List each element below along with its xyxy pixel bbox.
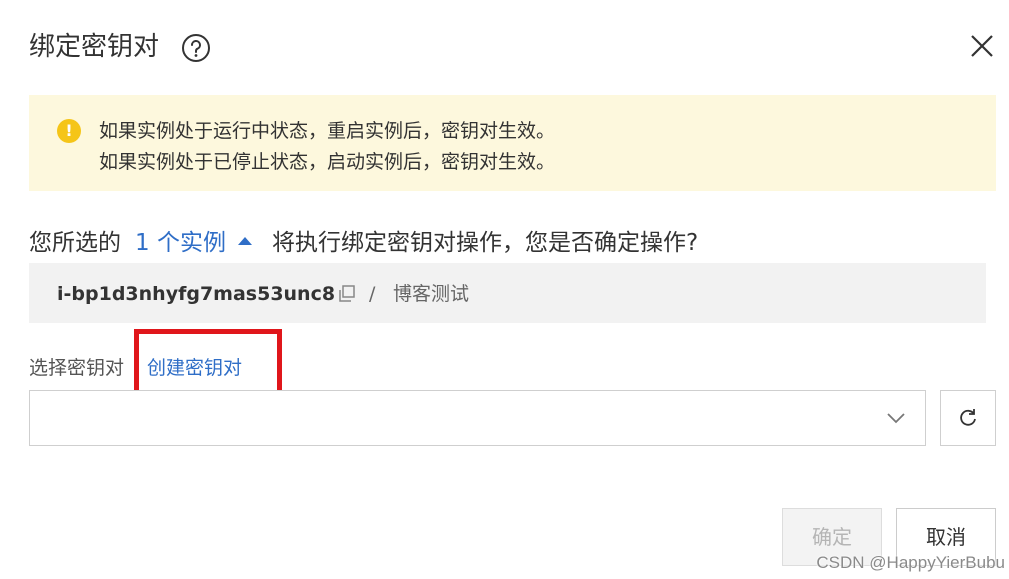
caret-up-icon[interactable] — [237, 236, 252, 245]
keypair-select-label: 选择密钥对 — [29, 357, 125, 379]
instance-id: i-bp1d3nhyfg7mas53unc8 — [57, 283, 336, 305]
confirm-prefix: 您所选的 — [29, 230, 121, 256]
selected-instances-link[interactable]: 1 个实例 — [135, 230, 226, 256]
watermark: CSDN @HappyYierBubu — [816, 553, 1005, 572]
chevron-down-icon[interactable] — [885, 408, 907, 428]
bind-keypair-dialog: 绑定密钥对 ! 如果实例处于运行中状态，重启实例后，密钥对生效。 如果实例处于已… — [0, 0, 1009, 579]
close-icon[interactable] — [967, 31, 997, 61]
dialog-title: 绑定密钥对 — [29, 32, 160, 62]
copy-icon[interactable] — [337, 284, 357, 304]
instance-separator: / — [369, 283, 376, 305]
keypair-select[interactable] — [29, 390, 926, 446]
confirm-message: 您所选的 1 个实例 将执行绑定密钥对操作，您是否确定操作? — [29, 226, 698, 260]
notice-line-running: 如果实例处于运行中状态，重启实例后，密钥对生效。 — [99, 120, 556, 142]
instance-name: 博客测试 — [393, 283, 470, 305]
refresh-icon[interactable] — [957, 407, 979, 429]
help-icon[interactable] — [181, 33, 211, 63]
confirm-suffix: 将执行绑定密钥对操作，您是否确定操作? — [271, 230, 699, 256]
notice-line-stopped: 如果实例处于已停止状态，启动实例后，密钥对生效。 — [99, 151, 556, 173]
warning-icon: ! — [57, 119, 81, 143]
